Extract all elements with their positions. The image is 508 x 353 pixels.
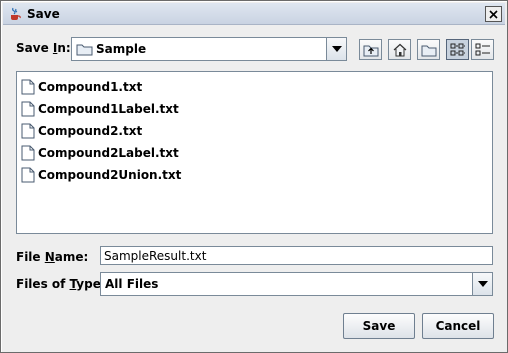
list-item[interactable]: Compound2Union.txt	[21, 166, 181, 184]
file-name: Compound1.txt	[38, 80, 143, 94]
file-icon	[21, 79, 35, 95]
new-folder-icon	[421, 45, 436, 56]
list-view-button[interactable]	[446, 39, 469, 60]
title-bar: Save	[3, 3, 505, 25]
close-icon	[489, 9, 498, 19]
list-item[interactable]: Compound1Label.txt	[21, 100, 179, 118]
file-list[interactable]: Compound1.txt Compound1Label.txt Compoun…	[16, 71, 493, 234]
folder-icon	[76, 42, 94, 59]
file-name-label: File Name:	[16, 250, 89, 264]
close-button[interactable]	[485, 6, 502, 22]
save-dialog: Save Save In: Sample Compound1.txt Compo…	[0, 0, 508, 353]
file-name: Compound2Union.txt	[38, 168, 182, 182]
file-type-value: All Files	[105, 277, 159, 291]
file-icon	[21, 101, 35, 117]
save-in-dropdown[interactable]: Sample	[71, 37, 347, 61]
file-icon	[21, 167, 35, 183]
home-icon	[393, 43, 406, 56]
file-name: Compound2.txt	[38, 124, 143, 138]
save-in-value: Sample	[96, 42, 147, 56]
file-icon	[21, 123, 35, 139]
up-one-level-icon	[363, 45, 378, 56]
up-one-level-button[interactable]	[359, 39, 382, 60]
file-name-field[interactable]	[100, 246, 493, 265]
file-name: Compound1Label.txt	[38, 102, 179, 116]
list-item[interactable]: Compound2.txt	[21, 122, 142, 140]
file-icon	[21, 145, 35, 161]
list-item[interactable]: Compound1.txt	[21, 78, 142, 96]
details-view-icon	[475, 43, 490, 55]
cancel-button[interactable]: Cancel	[422, 313, 494, 339]
file-type-label: Files of Type:	[16, 277, 106, 291]
details-view-button[interactable]	[471, 39, 494, 60]
save-button[interactable]: Save	[343, 313, 415, 339]
save-in-label: Save In:	[16, 41, 71, 55]
chevron-down-icon[interactable]	[472, 273, 492, 295]
file-name: Compound2Label.txt	[38, 146, 179, 160]
new-folder-button[interactable]	[417, 39, 440, 60]
window-title: Save	[27, 7, 60, 21]
home-button[interactable]	[388, 39, 411, 60]
list-item[interactable]: Compound2Label.txt	[21, 144, 179, 162]
java-cup-icon	[7, 6, 23, 22]
file-type-dropdown[interactable]: All Files	[100, 272, 493, 296]
chevron-down-icon[interactable]	[326, 38, 346, 60]
list-view-icon	[450, 43, 465, 55]
